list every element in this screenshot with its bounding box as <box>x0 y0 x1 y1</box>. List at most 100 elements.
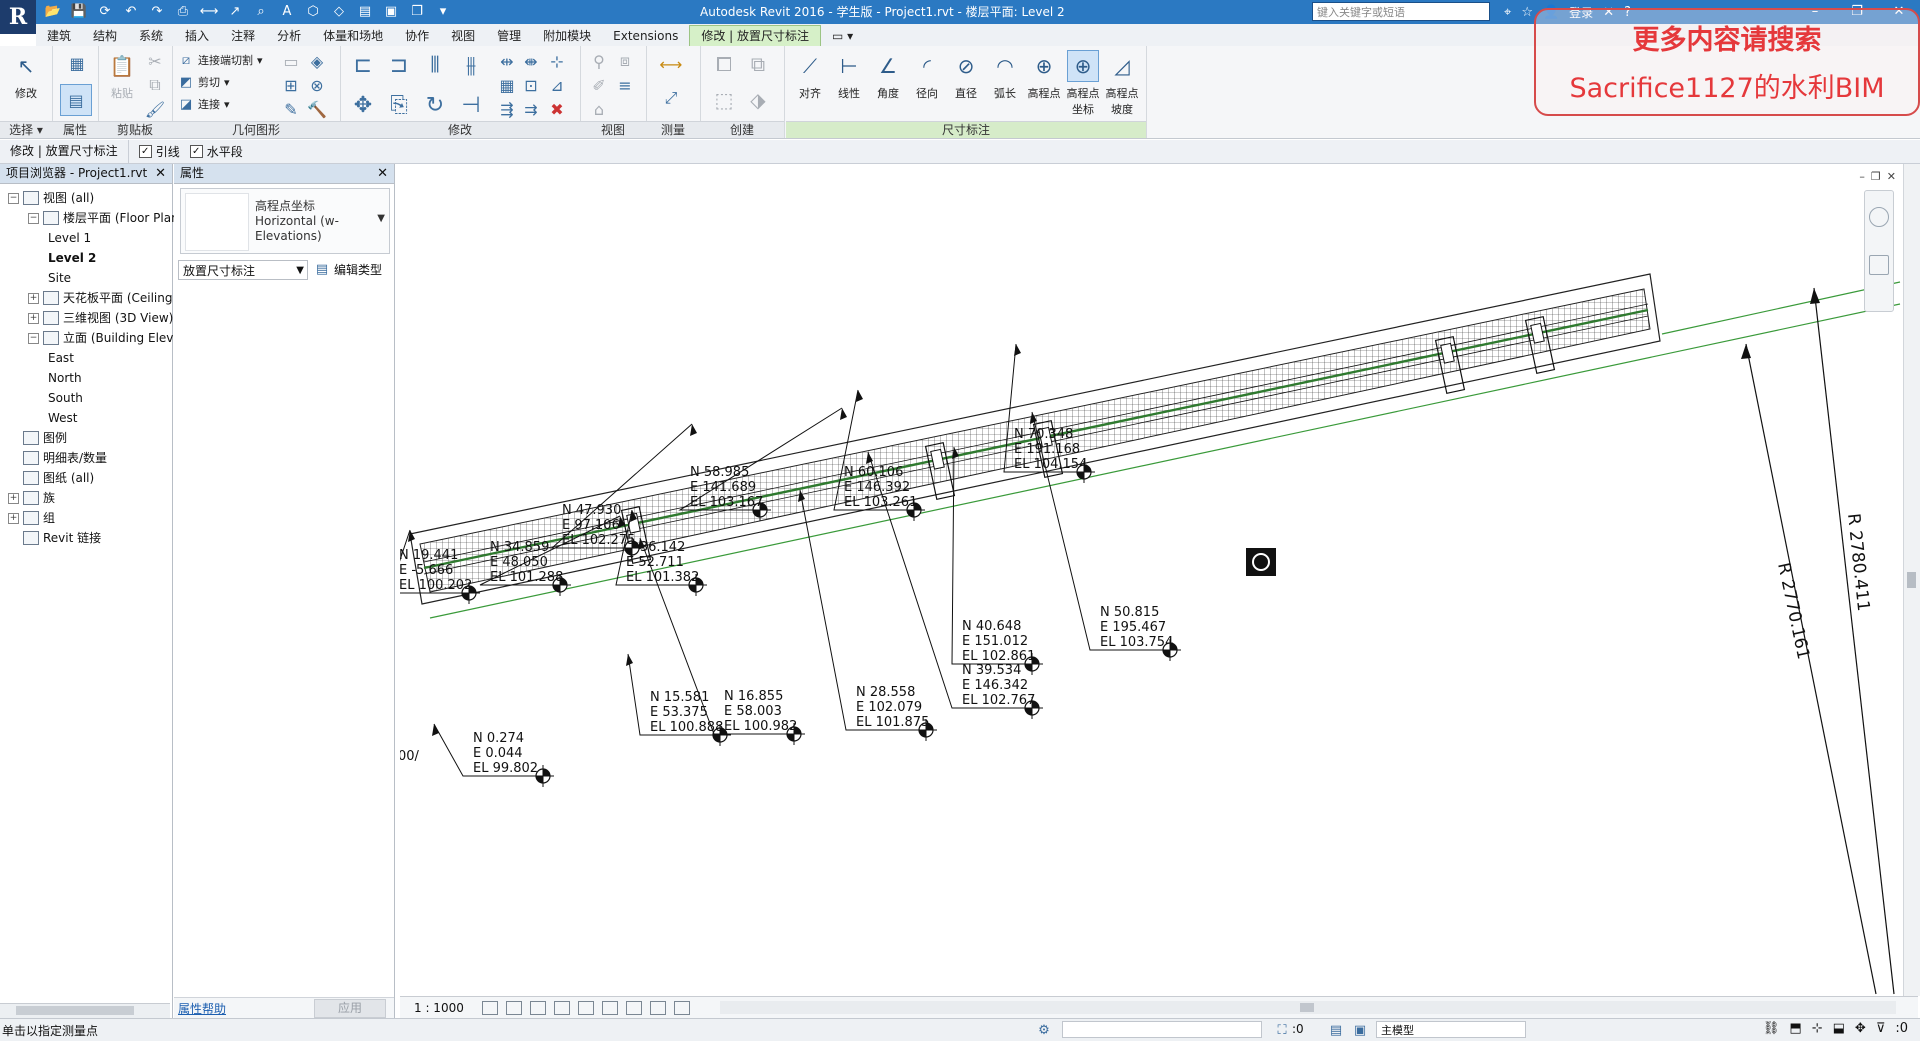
paste-button[interactable]: 📋 粘贴 <box>104 50 140 101</box>
redo-icon[interactable]: ↷ <box>148 2 166 20</box>
browser-item[interactable]: South <box>48 388 83 408</box>
hammer-icon[interactable]: 🔨 <box>306 98 328 120</box>
browser-item[interactable]: + 族 <box>8 488 55 508</box>
linear-dimension-button[interactable]: ⊢ 线性 <box>831 50 867 101</box>
browser-item[interactable]: − 楼层平面 (Floor Plan <box>28 208 179 228</box>
radius-label[interactable]: R 2770.161 <box>1773 561 1813 661</box>
spot-coordinate[interactable]: N 15.581E 53.375EL 100.888 <box>626 653 731 746</box>
select-underlay-icon[interactable]: ⬒ <box>1789 1021 1801 1036</box>
trim-single-icon[interactable]: ⇶ <box>496 98 518 120</box>
print-icon[interactable]: ⎙ <box>174 2 192 20</box>
delete-icon[interactable]: ✖ <box>546 98 568 120</box>
tab-0[interactable]: 建筑 <box>36 26 82 46</box>
browser-item[interactable]: Level 1 <box>48 228 91 248</box>
tab-4[interactable]: 注释 <box>220 26 266 46</box>
cut-geometry-button[interactable]: ◩ 剪切 ▾ <box>178 72 230 92</box>
aligned-dimension-icon[interactable]: ↗ <box>226 2 244 20</box>
view-range-icon[interactable]: ≡ <box>614 74 636 96</box>
drag-elements-icon[interactable]: ✥ <box>1855 1021 1866 1036</box>
tab-1[interactable]: 结构 <box>82 26 128 46</box>
show-crop-icon[interactable] <box>601 1001 618 1015</box>
move-icon[interactable]: ✥ <box>348 90 378 120</box>
filter-icon[interactable]: ⊽ <box>1876 1021 1886 1036</box>
split-gap-icon[interactable]: ⇼ <box>520 50 542 72</box>
expand-toggle-icon[interactable]: − <box>28 212 39 224</box>
create-group-icon[interactable]: ⬚ <box>710 86 738 114</box>
tag-icon[interactable]: ⌕ <box>252 2 270 20</box>
ribbon-minimize-icon[interactable]: ▭ ▾ <box>821 26 864 46</box>
detail-level-icon[interactable] <box>481 1001 498 1015</box>
scale-icon[interactable]: ⊡ <box>520 74 542 96</box>
undo-icon[interactable]: ↶ <box>122 2 140 20</box>
shadows-icon[interactable] <box>553 1001 570 1015</box>
close-icon[interactable]: ✕ <box>155 164 166 183</box>
zoom-icon[interactable] <box>1869 255 1889 275</box>
browser-scrollbar[interactable] <box>0 1003 170 1018</box>
browser-item[interactable]: − 立面 (Building Elevati <box>28 328 189 348</box>
pin-icon[interactable]: ⊿ <box>546 74 568 96</box>
tab-5[interactable]: 分析 <box>266 26 312 46</box>
drawing-area[interactable]: N 0.274 E 0.044 EL 99.802 N 19.441 E -5.666 E… <box>400 164 1902 996</box>
measure-between-icon[interactable]: ⟷ <box>654 50 688 78</box>
tab-9[interactable]: 管理 <box>486 26 532 46</box>
expand-toggle-icon[interactable]: + <box>8 512 19 524</box>
copy-element-icon[interactable]: ⎘ <box>384 90 414 120</box>
default-3d-icon[interactable]: ⬡ <box>304 2 322 20</box>
paint-icon[interactable]: ◈ <box>306 50 328 72</box>
shoulder-checkbox[interactable]: ✓ 水平段 <box>189 143 243 160</box>
browser-item[interactable]: West <box>48 408 78 428</box>
trim-multiple-icon[interactable]: ⇉ <box>520 98 542 120</box>
radius-line[interactable] <box>1745 343 1877 995</box>
drawing-horizontal-scrollbar[interactable] <box>720 1001 1896 1014</box>
view-scale[interactable]: 1 : 1000 <box>400 1001 478 1015</box>
browser-item[interactable]: Revit 链接 <box>8 528 101 548</box>
mirror-draw-icon[interactable]: ⫵ <box>456 50 486 80</box>
browser-item[interactable]: Site <box>48 268 71 288</box>
array-icon[interactable]: ▦ <box>496 74 518 96</box>
customize-qat-icon[interactable]: ▾ <box>434 2 452 20</box>
star-icon[interactable]: ☆ <box>1521 5 1533 20</box>
wall-joins-icon[interactable]: ⊞ <box>280 74 302 96</box>
join-pick-icon[interactable]: ✎ <box>280 98 302 120</box>
sun-path-icon[interactable] <box>529 1001 546 1015</box>
measure-along-icon[interactable]: ⤢ <box>654 84 688 112</box>
type-selector[interactable]: 高程点坐标 Horizontal (w-Elevations) ▼ <box>180 188 390 254</box>
offset-icon[interactable]: ⊐ <box>384 50 414 80</box>
create-similar-icon[interactable]: ⬗ <box>744 86 772 114</box>
join-button[interactable]: ◪ 连接 ▾ <box>178 94 230 114</box>
exclude-options-icon[interactable]: ▣ <box>1352 1022 1368 1038</box>
browser-item[interactable]: 明细表/数量 <box>8 448 107 468</box>
select-by-face-icon[interactable]: ⬓ <box>1833 1021 1845 1036</box>
expand-toggle-icon[interactable]: − <box>28 332 39 344</box>
expand-toggle-icon[interactable]: − <box>8 192 19 204</box>
spot-coordinate-dimension-button[interactable]: ⊕ 高程点坐标 <box>1065 50 1101 117</box>
sync-icon[interactable]: ⟳ <box>96 2 114 20</box>
arc-length-dimension-button[interactable]: ◠ 弧长 <box>987 50 1023 101</box>
instance-filter-select[interactable]: 放置尺寸标注 ▼ <box>178 260 308 280</box>
create-parts-icon[interactable]: ⧉ <box>744 50 772 78</box>
modify-button[interactable]: ↖ 修改 <box>8 50 44 101</box>
switch-windows-icon[interactable]: ❐ <box>408 2 426 20</box>
tab-11[interactable]: Extensions <box>602 26 689 46</box>
drawing-vertical-scrollbar[interactable] <box>1903 164 1920 996</box>
tab-2[interactable]: 系统 <box>128 26 174 46</box>
design-options-icon[interactable]: ▤ <box>1328 1022 1344 1038</box>
temporary-hide-icon[interactable] <box>625 1001 642 1015</box>
tab-3[interactable]: 插入 <box>174 26 220 46</box>
crop-view-icon[interactable] <box>577 1001 594 1015</box>
browser-item[interactable]: North <box>48 368 82 388</box>
visual-style-icon[interactable] <box>505 1001 522 1015</box>
spot-coordinate[interactable]: N 28.558E 102.079EL 101.875 <box>798 489 937 741</box>
cope-button[interactable]: ⧄ 连接端切割 ▾ <box>178 50 263 70</box>
expand-toggle-icon[interactable]: + <box>28 292 39 304</box>
section-icon[interactable]: ◇ <box>330 2 348 20</box>
steering-wheel-icon[interactable] <box>1869 207 1889 227</box>
close-hidden-icon[interactable]: ▣ <box>382 2 400 20</box>
help-search-input[interactable]: 键入关键字或短语 <box>1312 2 1490 21</box>
apply-button[interactable]: 应用 <box>314 999 386 1018</box>
open-icon[interactable]: 📂 <box>44 2 62 20</box>
browser-item[interactable]: East <box>48 348 74 368</box>
plan-drawing[interactable]: N 0.274E 0.044EL 99.802N 19.441E -5.666E… <box>400 164 1902 996</box>
measure-icon[interactable]: ⟷ <box>200 2 219 20</box>
create-assembly-icon[interactable]: ⧠ <box>710 50 738 78</box>
